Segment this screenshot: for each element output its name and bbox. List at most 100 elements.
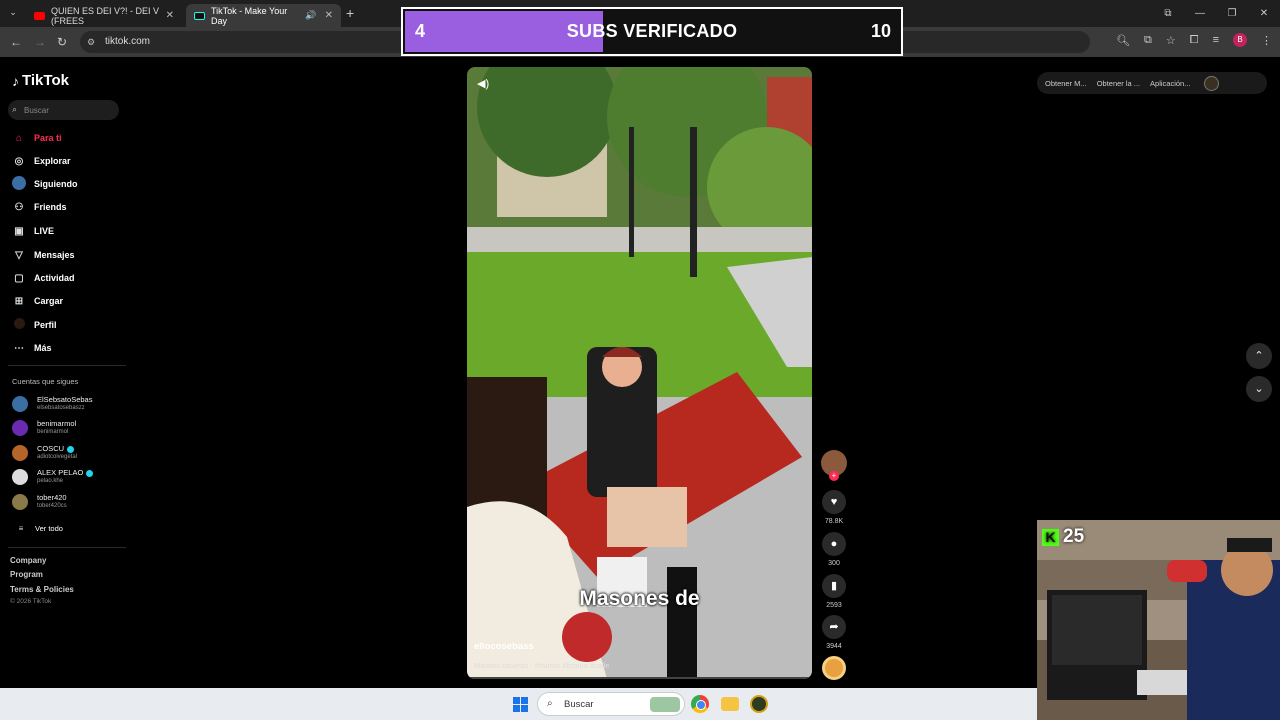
see-all-link[interactable]: ≡ Ver todo: [14, 520, 63, 536]
search-icon: ⌕: [12, 104, 18, 114]
account-name: benimarmol: [37, 419, 77, 428]
tab-youtube[interactable]: QUIEN ES DEI V?! - DEI V (FREES ✕: [26, 4, 182, 27]
tiktok-logo[interactable]: ♪ TikTok: [12, 72, 69, 89]
site-info-icon[interactable]: ⚙: [87, 37, 95, 48]
avatar: [12, 396, 28, 412]
get-app-link[interactable]: Obtener la ...: [1097, 79, 1140, 88]
windows-start-icon[interactable]: [513, 697, 528, 712]
copyright-text: © 2026 TikTok: [10, 598, 52, 605]
sidebar-item-label: Más: [34, 343, 52, 353]
inbox-icon: ▢: [14, 272, 24, 284]
share-button[interactable]: ➦ 3944: [820, 615, 848, 650]
list-icon: ≡: [18, 523, 24, 533]
get-coins-link[interactable]: Obtener M...: [1045, 79, 1087, 88]
app-icon[interactable]: [750, 695, 768, 713]
send-icon: ▽: [15, 249, 23, 261]
taskbar-search[interactable]: ⌕ Buscar: [537, 692, 685, 716]
comment-button[interactable]: ● 300: [820, 532, 848, 567]
sidebar-item-label: LIVE: [34, 226, 55, 236]
speaker-icon[interactable]: 🔊: [305, 10, 316, 21]
extensions-menu-icon[interactable]: ⧉: [1152, 0, 1184, 27]
new-tab-button[interactable]: +: [346, 5, 354, 21]
sidebar-item-mas[interactable]: ⋯ Más: [12, 340, 52, 356]
sidebar-item-label: Mensajes: [34, 250, 75, 260]
account-handle: benimarmol: [37, 429, 69, 435]
forward-icon[interactable]: →: [34, 35, 46, 49]
window-controls: ⧉ — ❐ ✕: [1152, 0, 1280, 27]
sidebar-item-cargar[interactable]: ⊞ Cargar: [12, 293, 63, 309]
subs-goal-count: 10: [870, 21, 891, 41]
share-icon: ➦: [822, 615, 846, 639]
avatar: [12, 420, 28, 436]
restore-icon[interactable]: ❐: [1216, 0, 1248, 27]
zoom-icon[interactable]: 🔍︎: [1116, 34, 1130, 47]
streamer-webcam: K 25: [1037, 520, 1280, 720]
following-account[interactable]: COSCU adiotcoivegetal: [12, 445, 77, 461]
upload-icon: ⊞: [14, 295, 24, 307]
search-input[interactable]: ⌕ Buscar: [8, 100, 119, 120]
bookmark-star-icon[interactable]: ☆: [1166, 34, 1176, 47]
media-icon[interactable]: ≡: [1213, 34, 1219, 46]
install-app-icon[interactable]: ⧉: [1144, 34, 1152, 47]
following-section-title: Cuentas que sigues: [12, 377, 79, 386]
video-progress[interactable]: [467, 677, 812, 679]
friends-icon: ⚇: [14, 201, 24, 213]
sidebar-item-actividad[interactable]: ▢ Actividad: [12, 270, 74, 286]
desktop-app-link[interactable]: Aplicación...: [1150, 79, 1190, 88]
live-icon: ▣: [14, 225, 24, 237]
see-all-label: Ver todo: [35, 523, 63, 533]
following-account[interactable]: tober420 tober420cs: [12, 494, 67, 510]
divider: [8, 547, 126, 548]
close-tab-icon[interactable]: ✕: [166, 10, 174, 21]
footer-terms-link[interactable]: Terms & Policies: [10, 585, 74, 594]
account-name: ElSebsatoSebas: [37, 395, 93, 404]
video-caption: Masones de: [579, 587, 700, 610]
account-handle: adiotcoivegetal: [37, 454, 78, 460]
sidebar-item-explorar[interactable]: ◎ Explorar: [12, 153, 71, 169]
back-icon[interactable]: ←: [10, 35, 22, 49]
next-video-button[interactable]: ⌄: [1246, 376, 1272, 402]
volume-icon[interactable]: ◀): [477, 77, 489, 90]
profile-avatar[interactable]: B: [1233, 33, 1247, 47]
search-highlight-icon: [650, 697, 680, 712]
reload-icon[interactable]: ↻: [57, 35, 67, 49]
sidebar-item-friends[interactable]: ⚇ Friends: [12, 199, 67, 215]
following-account[interactable]: benimarmol benimarmol: [12, 420, 76, 436]
browser-tools: 🔍︎ ⧉ ☆ ⧠ ≡ B ⋮: [1116, 33, 1272, 47]
following-account[interactable]: ALEX PELAO pelao.khe: [12, 469, 94, 485]
close-tab-icon[interactable]: ✕: [325, 10, 333, 21]
previous-video-button[interactable]: ⌃: [1246, 343, 1272, 369]
search-placeholder: Buscar: [24, 106, 49, 115]
windows-taskbar: ⌕ Buscar: [0, 688, 1037, 720]
menu-kebab-icon[interactable]: ⋮: [1261, 34, 1272, 47]
user-avatar[interactable]: [1204, 75, 1220, 91]
sidebar-item-perfil[interactable]: Perfil: [12, 317, 57, 333]
tab-search-icon[interactable]: ⌄: [6, 7, 20, 19]
file-explorer-icon[interactable]: [721, 697, 739, 711]
sidebar-item-mensajes[interactable]: ▽ Mensajes: [12, 247, 75, 263]
video-player[interactable]: ◀) Masones de ellocosebass Masitas caser…: [467, 67, 812, 679]
sidebar-item-siguiendo[interactable]: Siguiendo: [12, 175, 78, 192]
sidebar-item-live[interactable]: ▣ LIVE: [12, 223, 54, 239]
music-disc-button[interactable]: [820, 656, 848, 680]
like-button[interactable]: ♥ 78.8K: [820, 490, 848, 525]
search-icon: ⌕: [547, 698, 553, 709]
save-button[interactable]: ▮ 2593: [820, 574, 848, 609]
extensions-icon[interactable]: ⧠: [1190, 34, 1199, 47]
follow-plus-icon[interactable]: +: [829, 471, 839, 481]
sidebar-item-para-ti[interactable]: ⌂ Para ti: [12, 130, 62, 146]
video-author[interactable]: ellocosebass: [474, 641, 534, 652]
tab-tiktok[interactable]: TikTok - Make Your Day 🔊 ✕: [186, 4, 341, 27]
creator-avatar-button[interactable]: +: [820, 450, 848, 481]
sidebar-item-label: Perfil: [34, 320, 57, 330]
footer-program-link[interactable]: Program: [10, 570, 43, 579]
minimize-icon[interactable]: —: [1184, 0, 1216, 27]
get-app-toolbar: Obtener M... Obtener la ... Aplicación..…: [1037, 72, 1267, 94]
kick-logo-icon: K: [1042, 528, 1059, 546]
close-window-icon[interactable]: ✕: [1248, 0, 1280, 27]
footer-company-link[interactable]: Company: [10, 556, 46, 565]
chrome-icon[interactable]: [691, 695, 709, 713]
home-icon: ⌂: [15, 132, 23, 144]
following-account[interactable]: ElSebsatoSebas elsebsatosebaszz: [12, 396, 92, 412]
taskbar-search-label: Buscar: [564, 699, 594, 710]
